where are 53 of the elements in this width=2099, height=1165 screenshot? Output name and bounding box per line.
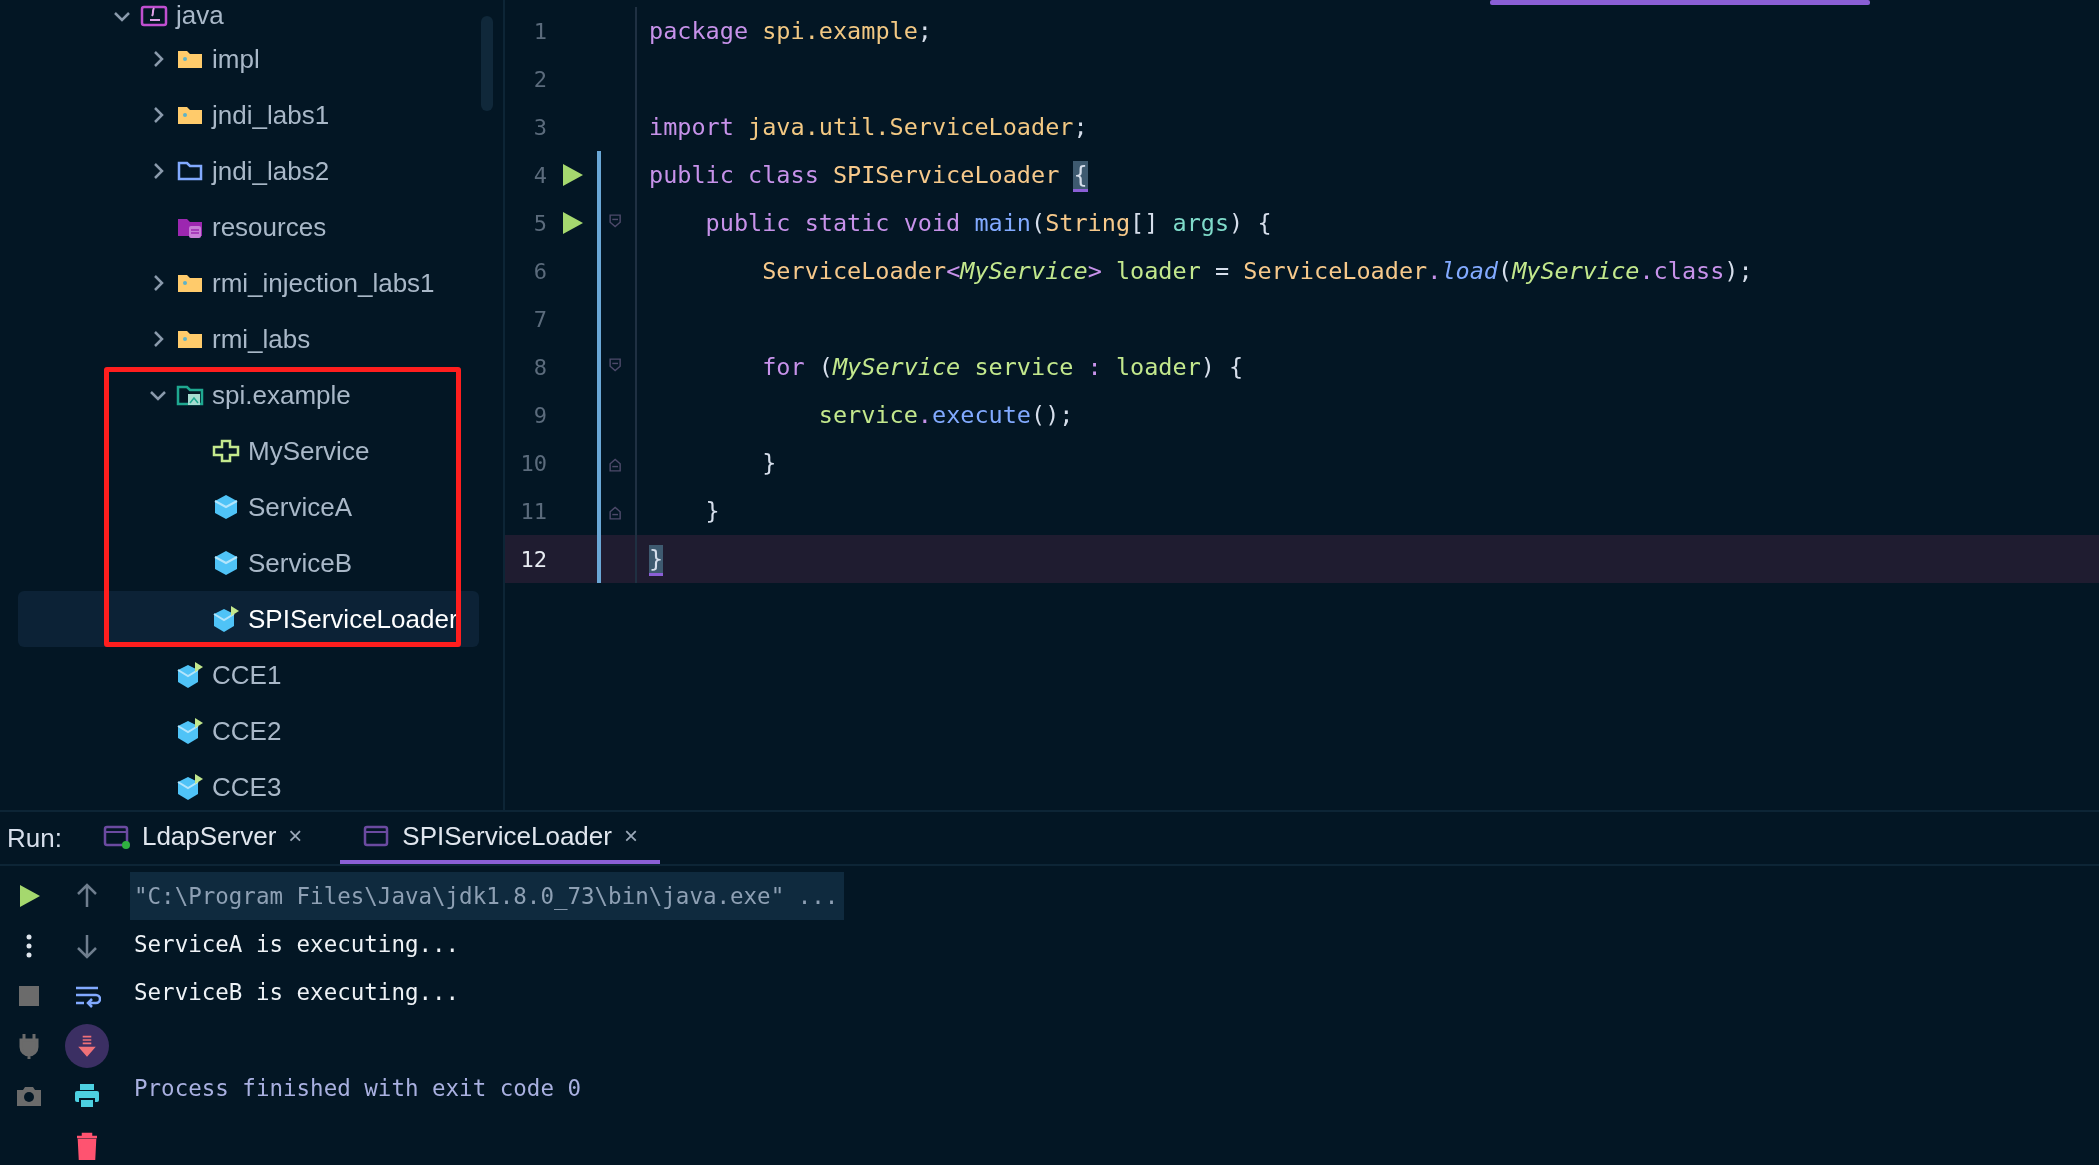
code-line: package spi.example; bbox=[649, 17, 932, 45]
cube-icon bbox=[212, 549, 240, 577]
line-number: 1 bbox=[532, 18, 547, 44]
line-number: 3 bbox=[532, 114, 547, 140]
code-line: } bbox=[704, 497, 720, 525]
runnable-cube-icon bbox=[176, 773, 204, 801]
runnable-cube-icon bbox=[176, 717, 204, 745]
tree-item[interactable]: java bbox=[18, 0, 479, 31]
tree-item[interactable]: CCE1 bbox=[18, 647, 479, 703]
tree-item[interactable]: jndi_labs2 bbox=[18, 143, 479, 199]
code-line: import java.util.ServiceLoader; bbox=[649, 113, 1088, 141]
line-number: 2 bbox=[532, 66, 547, 92]
tree-item[interactable]: MyService bbox=[18, 423, 479, 479]
run-label: Run: bbox=[6, 821, 63, 855]
console-line: Process finished with exit code 0 bbox=[133, 1074, 583, 1103]
run-tab[interactable]: LdapServer × bbox=[79, 812, 325, 864]
cube-icon bbox=[212, 493, 240, 521]
line-number: 12 bbox=[519, 546, 547, 572]
line-number: 11 bbox=[519, 498, 547, 524]
close-tab-button[interactable]: × bbox=[623, 822, 638, 850]
line-number: 7 bbox=[532, 306, 547, 332]
tree-item[interactable]: CCE2 bbox=[18, 703, 479, 759]
tree-item[interactable]: rmi_injection_labs1 bbox=[18, 255, 479, 311]
runnable-cube-icon bbox=[212, 605, 240, 633]
tree-item[interactable]: rmi_labs bbox=[18, 311, 479, 367]
code-line: service.execute(); bbox=[817, 401, 1074, 429]
line-number: 10 bbox=[519, 450, 547, 476]
code-line: public class SPIServiceLoader { bbox=[649, 161, 1088, 189]
code-line: for (MyService service : loader) { bbox=[761, 353, 1244, 381]
tree-item[interactable]: spi.example bbox=[18, 367, 479, 423]
line-number: 8 bbox=[532, 354, 547, 380]
code-line: ServiceLoader<MyService> loader = ServiceLoader.load(MyService.class); bbox=[761, 257, 1753, 285]
line-number: 9 bbox=[532, 402, 547, 428]
code-line: } bbox=[761, 449, 777, 477]
line-number: 6 bbox=[532, 258, 547, 284]
close-tab-button[interactable]: × bbox=[288, 822, 303, 850]
tree-item[interactable]: SPIServiceLoader bbox=[18, 591, 479, 647]
console-line: ServiceA is executing... bbox=[133, 930, 461, 959]
tree-item[interactable]: ServiceA bbox=[18, 479, 479, 535]
tree-item[interactable]: resources bbox=[18, 199, 479, 255]
tree-item[interactable]: CCE3 bbox=[18, 759, 479, 810]
print-icon[interactable] bbox=[73, 1082, 101, 1110]
run-tab[interactable]: SPIServiceLoader × bbox=[340, 812, 660, 864]
interface-icon bbox=[212, 437, 240, 465]
tree-item[interactable]: impl bbox=[18, 31, 479, 87]
console-line: ServiceB is executing... bbox=[133, 978, 461, 1007]
line-number: 4 bbox=[532, 162, 547, 188]
line-number: 5 bbox=[532, 210, 547, 236]
tree-item[interactable]: jndi_labs1 bbox=[18, 87, 479, 143]
scroll-to-end-button[interactable] bbox=[65, 1024, 109, 1068]
tree-item[interactable]: ServiceB bbox=[18, 535, 479, 591]
code-line: public static void main(String[] args) { bbox=[704, 209, 1272, 237]
runnable-cube-icon bbox=[176, 661, 204, 689]
